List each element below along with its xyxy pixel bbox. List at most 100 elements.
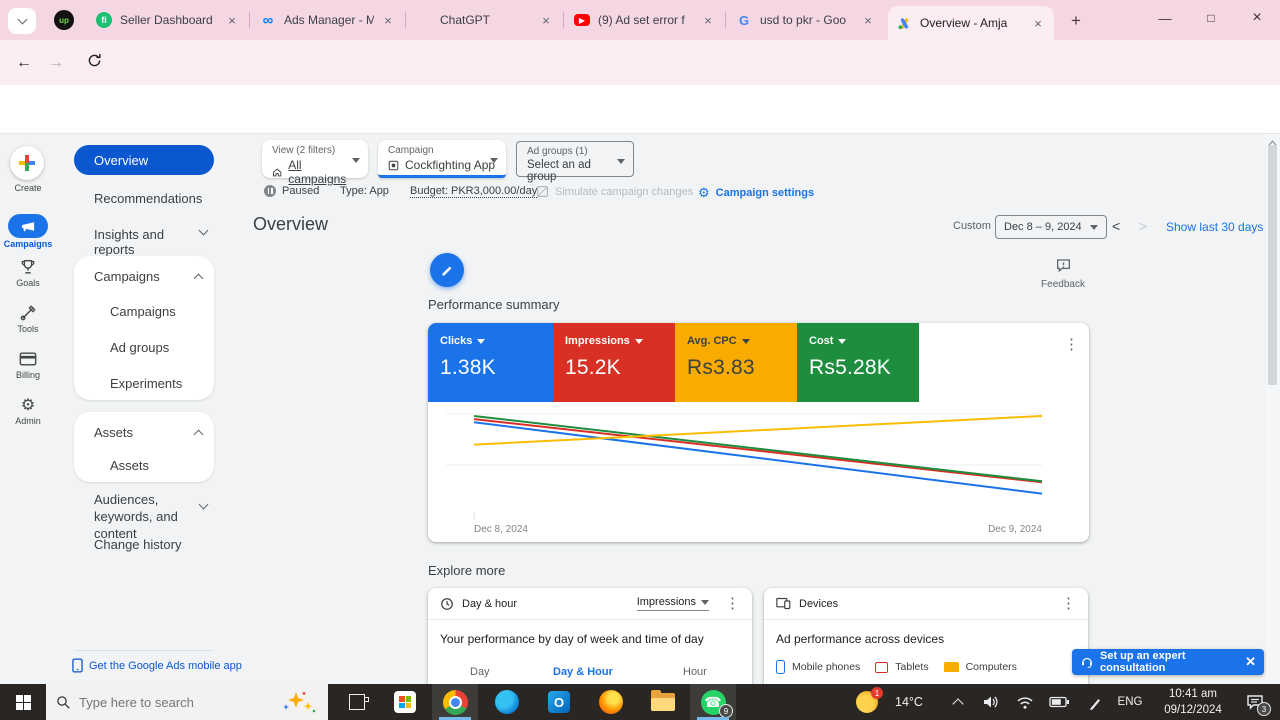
tab-youtube[interactable]: ▶ (9) Ad set error f × bbox=[566, 6, 724, 34]
simulate-changes-button: Simulate campaign changes bbox=[536, 185, 693, 198]
metric-cost[interactable]: Cost Rs5.28K bbox=[797, 323, 919, 402]
campaign-state-label: Paused bbox=[282, 185, 319, 197]
vertical-scrollbar[interactable] bbox=[1266, 134, 1279, 684]
reload-button[interactable] bbox=[86, 52, 103, 74]
nav-assets-group[interactable]: Assets bbox=[94, 425, 133, 440]
nav-overview-selected[interactable]: Overview bbox=[74, 145, 214, 175]
tab-title: (9) Ad set error f bbox=[598, 13, 694, 27]
weather-tray-icon[interactable]: 1 bbox=[852, 684, 882, 720]
metric-avg-cpc[interactable]: Avg. CPC Rs3.83 bbox=[675, 323, 797, 402]
tab-google-search[interactable]: G usd to pkr - Goo × bbox=[728, 6, 884, 34]
chrome-taskbar-button[interactable] bbox=[432, 684, 478, 720]
notification-center-button[interactable]: 3 bbox=[1238, 684, 1272, 720]
rail-item-tools[interactable]: Tools bbox=[0, 302, 56, 334]
ads-content: Create Campaigns Goals Tools Billing ⚙ A… bbox=[0, 134, 1280, 684]
window-close-button[interactable]: × bbox=[1234, 0, 1280, 36]
rail-item-campaigns[interactable] bbox=[8, 214, 48, 238]
nav-assets-item[interactable]: Assets bbox=[110, 458, 149, 473]
chevron-up-icon[interactable] bbox=[194, 430, 204, 440]
whatsapp-taskbar-button[interactable]: ☎ 9 bbox=[690, 684, 736, 720]
firefox-taskbar-button[interactable] bbox=[588, 684, 634, 720]
tab-day-and-hour-selected[interactable]: Day & Hour bbox=[553, 666, 613, 678]
campaign-budget[interactable]: Budget: PKR3,000.00/day bbox=[410, 185, 537, 198]
wifi-tray-icon[interactable] bbox=[1012, 684, 1038, 720]
rail-item-goals[interactable]: Goals bbox=[0, 256, 56, 288]
pinned-tab-upwork[interactable]: up bbox=[48, 6, 80, 34]
nav-experiments-item[interactable]: Experiments bbox=[110, 376, 182, 391]
tab-ads-manager[interactable]: ∞ Ads Manager - M × bbox=[252, 6, 404, 34]
youtube-icon: ▶ bbox=[574, 12, 590, 28]
taskbar-search-input[interactable] bbox=[79, 695, 270, 710]
view-filter[interactable]: View (2 filters) All campaigns bbox=[262, 140, 368, 178]
feedback-button[interactable]: Feedback bbox=[1040, 258, 1086, 290]
tab-chatgpt[interactable]: ChatGPT × bbox=[408, 6, 562, 34]
scrollbar-thumb[interactable] bbox=[1268, 145, 1277, 385]
nav-campaigns-item[interactable]: Campaigns bbox=[110, 304, 176, 319]
ad-groups-filter[interactable]: Ad groups (1) Select an ad group bbox=[516, 141, 634, 177]
rail-item-billing[interactable]: Billing bbox=[0, 348, 56, 380]
microsoft-store-button[interactable] bbox=[384, 684, 426, 720]
close-icon[interactable]: ✕ bbox=[1245, 654, 1256, 670]
nav-audiences[interactable]: Audiences, keywords, and content bbox=[94, 492, 212, 543]
tab-search-button[interactable] bbox=[8, 8, 36, 34]
close-icon[interactable]: × bbox=[380, 13, 396, 28]
tab-seller-dashboard[interactable]: fi Seller Dashboard × bbox=[88, 6, 248, 34]
rail-item-admin[interactable]: ⚙ Admin bbox=[0, 394, 56, 426]
file-explorer-taskbar-button[interactable] bbox=[640, 684, 686, 720]
window-maximize-button[interactable]: □ bbox=[1188, 0, 1234, 36]
metric-dropdown[interactable]: Impressions bbox=[637, 596, 709, 611]
nav-campaigns-group[interactable]: Campaigns bbox=[94, 269, 160, 284]
outlook-taskbar-button[interactable]: O bbox=[536, 684, 582, 720]
task-view-button[interactable] bbox=[336, 684, 378, 720]
create-button[interactable] bbox=[10, 146, 44, 180]
close-icon[interactable]: × bbox=[1030, 16, 1046, 31]
devices-menu-kebab-icon[interactable]: ⋮ bbox=[1061, 596, 1076, 611]
date-range-dropdown[interactable]: Dec 8 – 9, 2024 bbox=[995, 215, 1107, 239]
edit-fab-button[interactable] bbox=[430, 253, 464, 287]
campaign-settings-button[interactable]: ⚙ Campaign settings bbox=[698, 185, 814, 201]
back-button[interactable]: ← bbox=[16, 54, 32, 72]
metric-impressions[interactable]: Impressions 15.2K bbox=[553, 323, 675, 402]
close-icon[interactable]: × bbox=[538, 13, 554, 28]
taskbar-search[interactable] bbox=[46, 684, 328, 720]
performance-card-menu-kebab-icon[interactable]: ⋮ bbox=[1064, 337, 1079, 352]
start-button[interactable] bbox=[0, 684, 46, 720]
edge-taskbar-button[interactable] bbox=[484, 684, 530, 720]
language-indicator[interactable]: ENG bbox=[1112, 684, 1148, 720]
tray-expand-button[interactable] bbox=[946, 684, 970, 720]
close-icon[interactable]: × bbox=[224, 13, 240, 28]
metric-clicks[interactable]: Clicks 1.38K bbox=[428, 323, 553, 402]
new-tab-button[interactable]: + bbox=[1064, 9, 1088, 33]
nav-recommendations[interactable]: Recommendations bbox=[94, 191, 202, 206]
performance-chart[interactable]: Dec 8, 2024 Dec 9, 2024 bbox=[446, 405, 1042, 537]
sparkle-icon bbox=[278, 690, 318, 714]
temperature-label[interactable]: 14°C bbox=[888, 684, 930, 720]
metric-value: Rs3.83 bbox=[687, 356, 797, 380]
chevron-down-icon[interactable] bbox=[199, 226, 209, 236]
megaphone-icon bbox=[20, 219, 37, 234]
clock-tray[interactable]: 10:41 am 09/12/2024 bbox=[1152, 684, 1234, 720]
nav-change-history[interactable]: Change history bbox=[94, 537, 181, 552]
expert-consultation-banner[interactable]: Set up an expert consultation ✕ bbox=[1072, 649, 1264, 675]
day-hour-menu-kebab-icon[interactable]: ⋮ bbox=[725, 596, 740, 611]
close-icon[interactable]: × bbox=[700, 13, 716, 28]
mobile-app-link[interactable]: Get the Google Ads mobile app bbox=[72, 658, 242, 673]
simulate-icon bbox=[536, 185, 549, 198]
volume-tray-icon[interactable] bbox=[978, 684, 1004, 720]
nav-ad-groups-item[interactable]: Ad groups bbox=[110, 340, 169, 355]
tab-hour[interactable]: Hour bbox=[683, 666, 707, 678]
pencil-icon bbox=[440, 263, 455, 278]
nav-insights-and-reports[interactable]: Insights and reports bbox=[94, 227, 198, 257]
chevron-up-icon[interactable] bbox=[194, 274, 204, 284]
forward-button[interactable]: → bbox=[48, 54, 64, 72]
date-prev-button[interactable]: < bbox=[1112, 218, 1120, 234]
tab-divider bbox=[249, 12, 250, 28]
battery-tray-icon[interactable] bbox=[1044, 684, 1074, 720]
window-minimize-button[interactable]: — bbox=[1142, 0, 1188, 36]
pen-tray-icon[interactable] bbox=[1082, 684, 1108, 720]
tab-google-ads-active[interactable]: Overview - Amja × bbox=[888, 6, 1054, 40]
campaign-filter[interactable]: Campaign Cockfighting App bbox=[378, 140, 506, 178]
close-icon[interactable]: × bbox=[860, 13, 876, 28]
show-last-30-days-link[interactable]: Show last 30 days bbox=[1166, 220, 1263, 234]
tab-day[interactable]: Day bbox=[470, 666, 490, 678]
